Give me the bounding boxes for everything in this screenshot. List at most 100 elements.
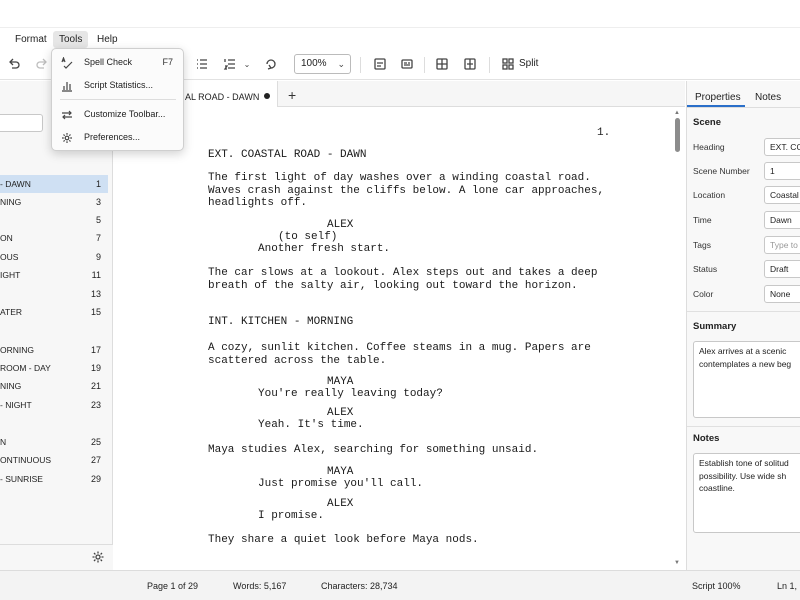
sync-icon[interactable]: [262, 55, 280, 73]
menu-format[interactable]: Format: [9, 31, 53, 48]
field-label: Location: [693, 190, 726, 200]
script-character[interactable]: MAYA: [327, 376, 353, 389]
field-input[interactable]: Type to: [764, 236, 800, 254]
field-label: Status: [693, 264, 718, 274]
menu-item-customize-toolbar[interactable]: Customize Toolbar...: [52, 104, 183, 126]
script-action[interactable]: The first light of day washes over a win…: [208, 172, 604, 210]
tab-notes[interactable]: Notes: [755, 92, 781, 103]
scene-list-item[interactable]: ON 7: [0, 229, 108, 247]
undo-icon[interactable]: [5, 55, 23, 73]
menu-item-script-statistics[interactable]: Script Statistics...: [52, 75, 183, 97]
notes-label: Notes: [693, 433, 720, 444]
notes-textarea[interactable]: Establish tone of solitud possibility. U…: [693, 453, 800, 533]
spell-check-icon: [61, 56, 73, 69]
scene-list-item[interactable]: - DAWN 1: [0, 175, 108, 193]
split-icon[interactable]: [499, 55, 517, 73]
script-character[interactable]: ALEX: [327, 407, 353, 420]
gear-icon[interactable]: [89, 548, 107, 566]
menu-item-label: Preferences...: [84, 132, 141, 142]
chevron-down-icon: ⌄: [337, 59, 345, 69]
menu-item-preferences[interactable]: Preferences...: [52, 127, 183, 149]
menu-separator: [60, 99, 176, 100]
section-divider: [687, 426, 800, 427]
scene-list-item[interactable]: ORNING 17: [0, 341, 108, 359]
script-dialogue[interactable]: Another fresh start.: [258, 243, 390, 256]
field-input[interactable]: None: [764, 285, 800, 303]
page-number: 1.: [597, 127, 611, 139]
field-input[interactable]: EXT. COA: [764, 138, 800, 156]
script-dialogue[interactable]: Just promise you'll call.: [258, 478, 423, 491]
scene-list-item[interactable]: ROOM - DAY 19: [0, 359, 108, 377]
split-button-label[interactable]: Split: [519, 58, 538, 69]
script-action[interactable]: The car slows at a lookout. Alex steps o…: [208, 267, 597, 292]
editor-scrollbar[interactable]: [675, 118, 680, 152]
status-page: Page 1 of 29: [147, 581, 199, 591]
scene-list-item[interactable]: 5: [0, 211, 108, 229]
scene-name: N: [0, 437, 7, 447]
numbered-list-icon[interactable]: [221, 55, 239, 73]
menu-help[interactable]: Help: [91, 31, 124, 48]
scene-list-item[interactable]: IGHT 11: [0, 266, 108, 284]
scene-list-item[interactable]: NING 21: [0, 377, 108, 395]
layout-grid-icon[interactable]: [433, 55, 451, 73]
chevron-down-icon[interactable]: ⌄: [238, 55, 256, 73]
script-character[interactable]: ALEX: [327, 219, 353, 232]
scene-name: NING: [0, 381, 22, 391]
script-action[interactable]: A cozy, sunlit kitchen. Coffee steams in…: [208, 342, 591, 367]
scene-page-number: 23: [90, 400, 101, 410]
scene-page-number: 21: [90, 381, 101, 391]
scene-list-item[interactable]: OUS 9: [0, 248, 108, 266]
add-tab-button[interactable]: +: [288, 88, 296, 102]
scene-list-item[interactable]: ONTINUOUS 27: [0, 451, 108, 469]
script-parenthetical[interactable]: (to self): [278, 231, 337, 244]
field-input[interactable]: Draft: [764, 260, 800, 278]
scene-page-number: 11: [91, 270, 101, 280]
scene-list-item[interactable]: - NIGHT 23: [0, 396, 108, 414]
status-characters: Characters: 28,734: [321, 581, 398, 591]
scene-page-number: 1: [95, 179, 101, 189]
scene-name: ON: [0, 233, 13, 243]
script-character[interactable]: MAYA: [327, 466, 353, 479]
redo-icon[interactable]: [33, 55, 51, 73]
index-card-icon[interactable]: [398, 55, 416, 73]
field-label: Scene Number: [693, 166, 750, 176]
page-view-icon[interactable]: [371, 55, 389, 73]
field-label: Color: [693, 289, 714, 299]
script-dialogue[interactable]: Yeah. It's time.: [258, 419, 364, 432]
list-icon[interactable]: [193, 55, 211, 73]
scene-list-item[interactable]: N 25: [0, 433, 108, 451]
script-dialogue[interactable]: You're really leaving today?: [258, 388, 443, 401]
scene-list-item[interactable]: 13: [0, 285, 108, 303]
summary-textarea[interactable]: Alex arrives at a scenic contemplates a …: [693, 341, 800, 418]
scene-navigator: [0, 81, 113, 570]
script-action[interactable]: Maya studies Alex, searching for somethi…: [208, 444, 538, 457]
menu-item-label: Script Statistics...: [84, 80, 154, 90]
toolbar-divider: [424, 57, 425, 73]
scene-page-number: 13: [90, 289, 101, 299]
field-input[interactable]: Coastal: [764, 186, 800, 204]
document-tab-label: AL ROAD - DAWN: [185, 92, 260, 102]
tab-properties[interactable]: Properties: [695, 92, 741, 103]
scroll-down-icon[interactable]: ▼: [674, 560, 680, 566]
field-input[interactable]: 1: [764, 162, 800, 180]
field-label: Time: [693, 215, 712, 225]
script-scene-heading[interactable]: EXT. COASTAL ROAD - DAWN: [208, 149, 366, 162]
scene-search-input[interactable]: [0, 114, 43, 132]
scroll-up-icon[interactable]: ▲: [674, 110, 680, 116]
zoom-select[interactable]: 100% ⌄: [294, 54, 351, 74]
script-character[interactable]: ALEX: [327, 498, 353, 511]
scene-page-number: 19: [90, 363, 101, 373]
scene-list-item[interactable]: - SUNRISE 29: [0, 470, 108, 488]
zoom-value: 100%: [301, 58, 327, 69]
scene-list-item[interactable]: ATER 15: [0, 303, 108, 321]
script-action[interactable]: They share a quiet look before Maya nods…: [208, 534, 479, 547]
scene-list-item[interactable]: NING 3: [0, 193, 108, 211]
field-label: Tags: [693, 240, 711, 250]
field-input[interactable]: Dawn: [764, 211, 800, 229]
menu-tools[interactable]: Tools: [53, 31, 89, 48]
script-dialogue[interactable]: I promise.: [258, 510, 324, 523]
menu-item-spell-check[interactable]: Spell Check F7: [52, 52, 183, 74]
script-scene-heading[interactable]: INT. KITCHEN - MORNING: [208, 316, 353, 329]
gear-icon: [61, 132, 73, 144]
layout-columns-icon[interactable]: [461, 55, 479, 73]
